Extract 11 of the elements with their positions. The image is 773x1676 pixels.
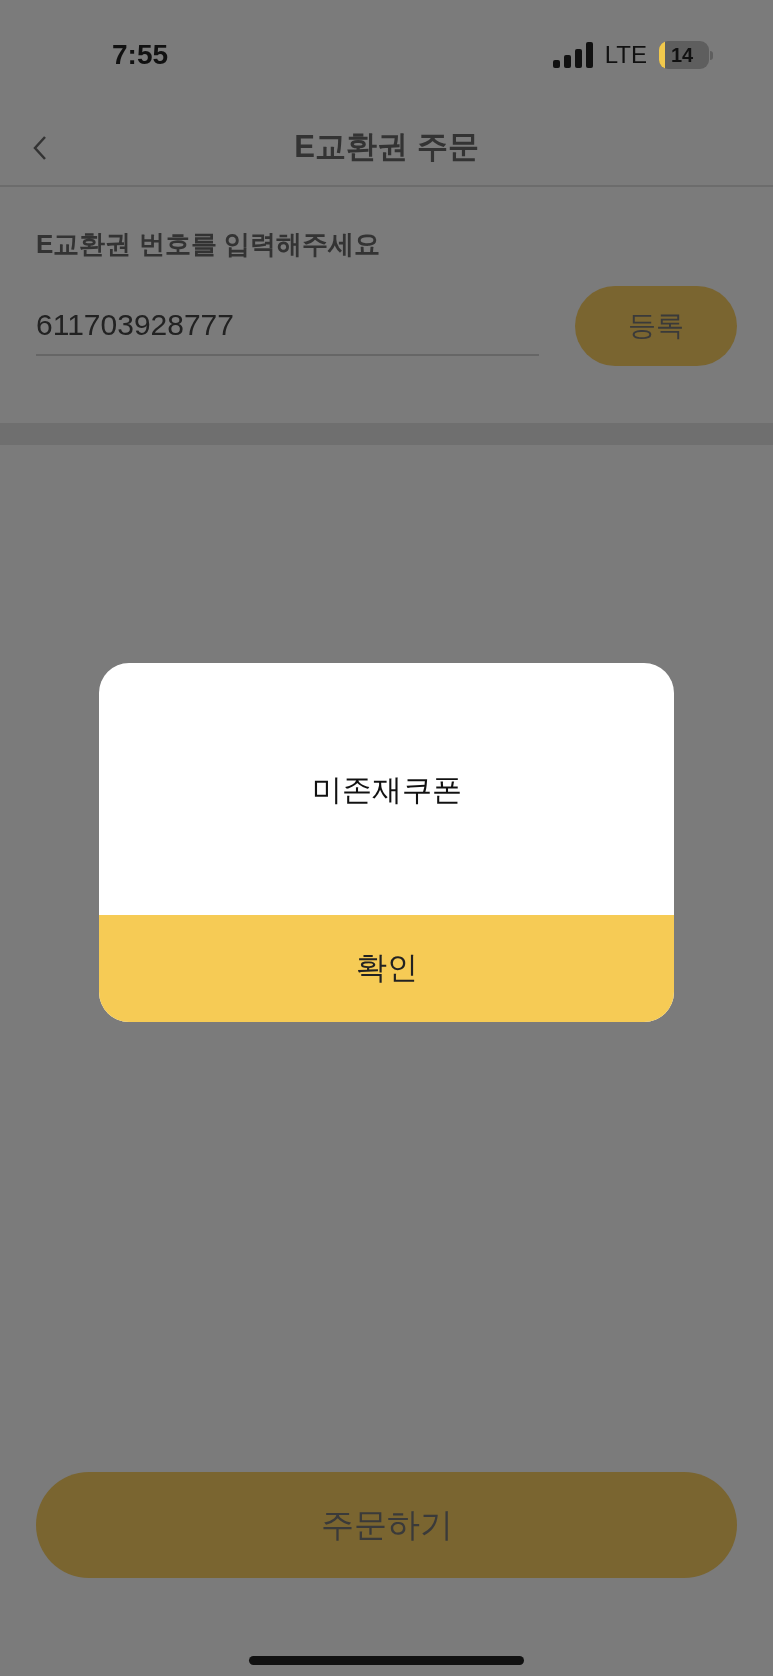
network-label: LTE: [604, 40, 647, 70]
voucher-label: E교환권 번호를 입력해주세요: [36, 228, 381, 261]
voucher-input-field[interactable]: 611703928777: [36, 296, 539, 356]
signal-icon: [552, 42, 593, 68]
status-time: 7:55: [112, 38, 169, 72]
register-button[interactable]: 등록: [575, 286, 737, 366]
confirm-button[interactable]: 확인: [99, 915, 674, 1022]
dialog-message: 미존재쿠폰: [311, 771, 462, 808]
back-icon[interactable]: [33, 134, 47, 161]
order-button[interactable]: 주문하기: [36, 1472, 737, 1578]
page-title: E교환권 주문: [294, 128, 479, 167]
